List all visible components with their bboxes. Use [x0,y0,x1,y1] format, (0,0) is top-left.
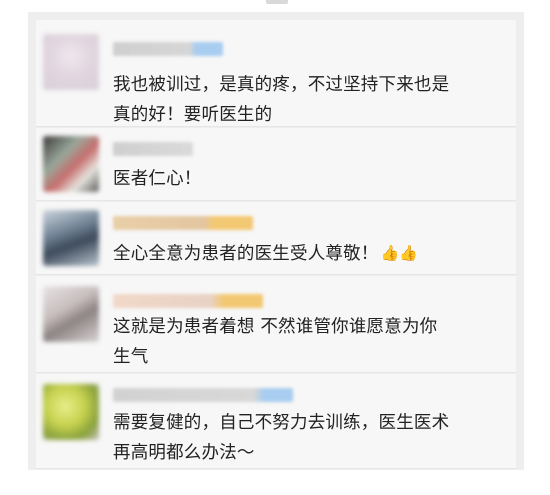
thumbs-up-emoji-icon: 👍👍 [380,244,419,262]
top-edge-mark [266,0,288,4]
username-blurred[interactable] [113,42,223,56]
comment-card[interactable]: 我也被训过，是真的疼，不过坚持下来也是 真的好！要听医生的 [36,20,516,127]
comment-card[interactable]: 这就是为患者着想 不然谁管你谁愿意为你 生气 [36,276,516,373]
comment-text: 这就是为患者着想 不然谁管你谁愿意为你 生气 [113,312,513,372]
comment-text: 需要复健的，自己不努力去训练，医生医术 再高明都么办法～ [113,408,513,468]
username-blurred[interactable] [113,216,253,230]
comment-feed: 我也被训过，是真的疼，不过坚持下来也是 真的好！要听医生的 医者仁心！ 全心全意… [28,12,524,470]
avatar[interactable] [43,384,99,440]
comment-card[interactable]: 全心全意为患者的医生受人尊敬！ 👍👍 [36,202,516,275]
avatar[interactable] [43,34,99,90]
avatar[interactable] [43,136,99,192]
avatar[interactable] [43,286,99,342]
comment-text: 医者仁心！ [113,164,513,194]
username-blurred[interactable] [113,142,193,156]
comment-line: 真的好！要听医生的 [113,105,273,125]
comment-line: 我也被训过，是真的疼，不过坚持下来也是 [113,75,450,95]
comment-card[interactable]: 医者仁心！ [36,128,516,201]
comment-line: 医者仁心！ [113,169,202,189]
username-blurred[interactable] [113,388,293,402]
username-blurred[interactable] [113,294,263,308]
comment-line-text: 全心全意为患者的医生受人尊敬！ [113,244,379,264]
comment-line: 再高明都么办法～ [113,443,255,463]
comment-text: 全心全意为患者的医生受人尊敬！ 👍👍 [113,238,513,269]
comment-card[interactable]: 需要复健的，自己不努力去训练，医生医术 再高明都么办法～ [36,374,516,469]
comment-line: 这就是为患者着想 不然谁管你谁愿意为你 [113,317,438,337]
avatar[interactable] [43,210,99,266]
comment-line: 生气 [113,347,149,367]
comment-line: 需要复健的，自己不努力去训练，医生医术 [113,413,450,433]
comment-line: 全心全意为患者的医生受人尊敬！ 👍👍 [113,238,513,269]
comment-text: 我也被训过，是真的疼，不过坚持下来也是 真的好！要听医生的 [113,70,513,130]
